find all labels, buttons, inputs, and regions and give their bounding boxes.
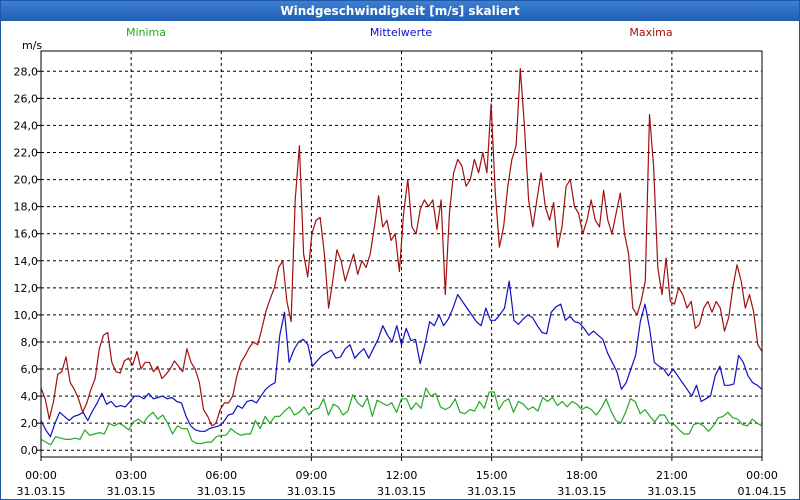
- y-tick-label: 16,0: [14, 228, 39, 241]
- x-tick-date-label: 31.03.15: [17, 485, 66, 498]
- x-tick-time-label: 00:00: [25, 469, 57, 482]
- series-line-maxima: [40, 67, 763, 427]
- x-tick-time-label: 15:00: [476, 469, 508, 482]
- legend-entry-maxima: Maxima: [629, 26, 672, 39]
- y-tick-label: 10,0: [14, 309, 39, 322]
- wind-speed-chart: m/s 0,0 2,0 4,0 6,0 8,0 10,0 12,0 14,0 16,0 18,0 20…: [14, 26, 787, 498]
- y-tick-label: 14,0: [14, 255, 39, 268]
- y-tick-label: 26,0: [14, 92, 39, 105]
- x-tick-time-label: 12:00: [386, 469, 418, 482]
- y-tick-label: 4,0: [21, 390, 39, 403]
- x-tick-time-label: 00:00: [746, 469, 778, 482]
- y-tick-label: 6,0: [21, 363, 39, 376]
- legend-entry-minima: Minima: [126, 26, 166, 39]
- y-tick-label: 0,0: [21, 444, 39, 457]
- y-tick-label: 24,0: [14, 119, 39, 132]
- x-tick-date-label: 01.04.15: [738, 485, 787, 498]
- y-axis-unit-label: m/s: [22, 39, 42, 52]
- x-tick-date-label: 31.03.15: [557, 485, 606, 498]
- y-tick-label: 22,0: [14, 147, 39, 160]
- y-tick-label: 12,0: [14, 282, 39, 295]
- x-tick-date-label: 31.03.15: [107, 485, 156, 498]
- y-tick-label: 2,0: [21, 417, 39, 430]
- x-tick-date-label: 31.03.15: [197, 485, 246, 498]
- legend-entry-mittelwerte: Mittelwerte: [370, 26, 433, 39]
- x-tick-time-label: 03:00: [115, 469, 147, 482]
- x-tick-time-label: 09:00: [296, 469, 328, 482]
- x-tick-date-label: 31.03.15: [377, 485, 426, 498]
- x-tick-time-label: 21:00: [656, 469, 688, 482]
- y-tick-label: 28,0: [14, 65, 39, 78]
- x-tick-time-label: 18:00: [566, 469, 598, 482]
- y-tick-label: 8,0: [21, 336, 39, 349]
- y-tick-label: 18,0: [14, 201, 39, 214]
- x-tick-time-label: 06:00: [205, 469, 237, 482]
- x-tick-date-label: 31.03.15: [467, 485, 516, 498]
- y-tick-label: 20,0: [14, 174, 39, 187]
- x-tick-date-label: 31.03.15: [647, 485, 696, 498]
- x-tick-date-label: 31.03.15: [287, 485, 336, 498]
